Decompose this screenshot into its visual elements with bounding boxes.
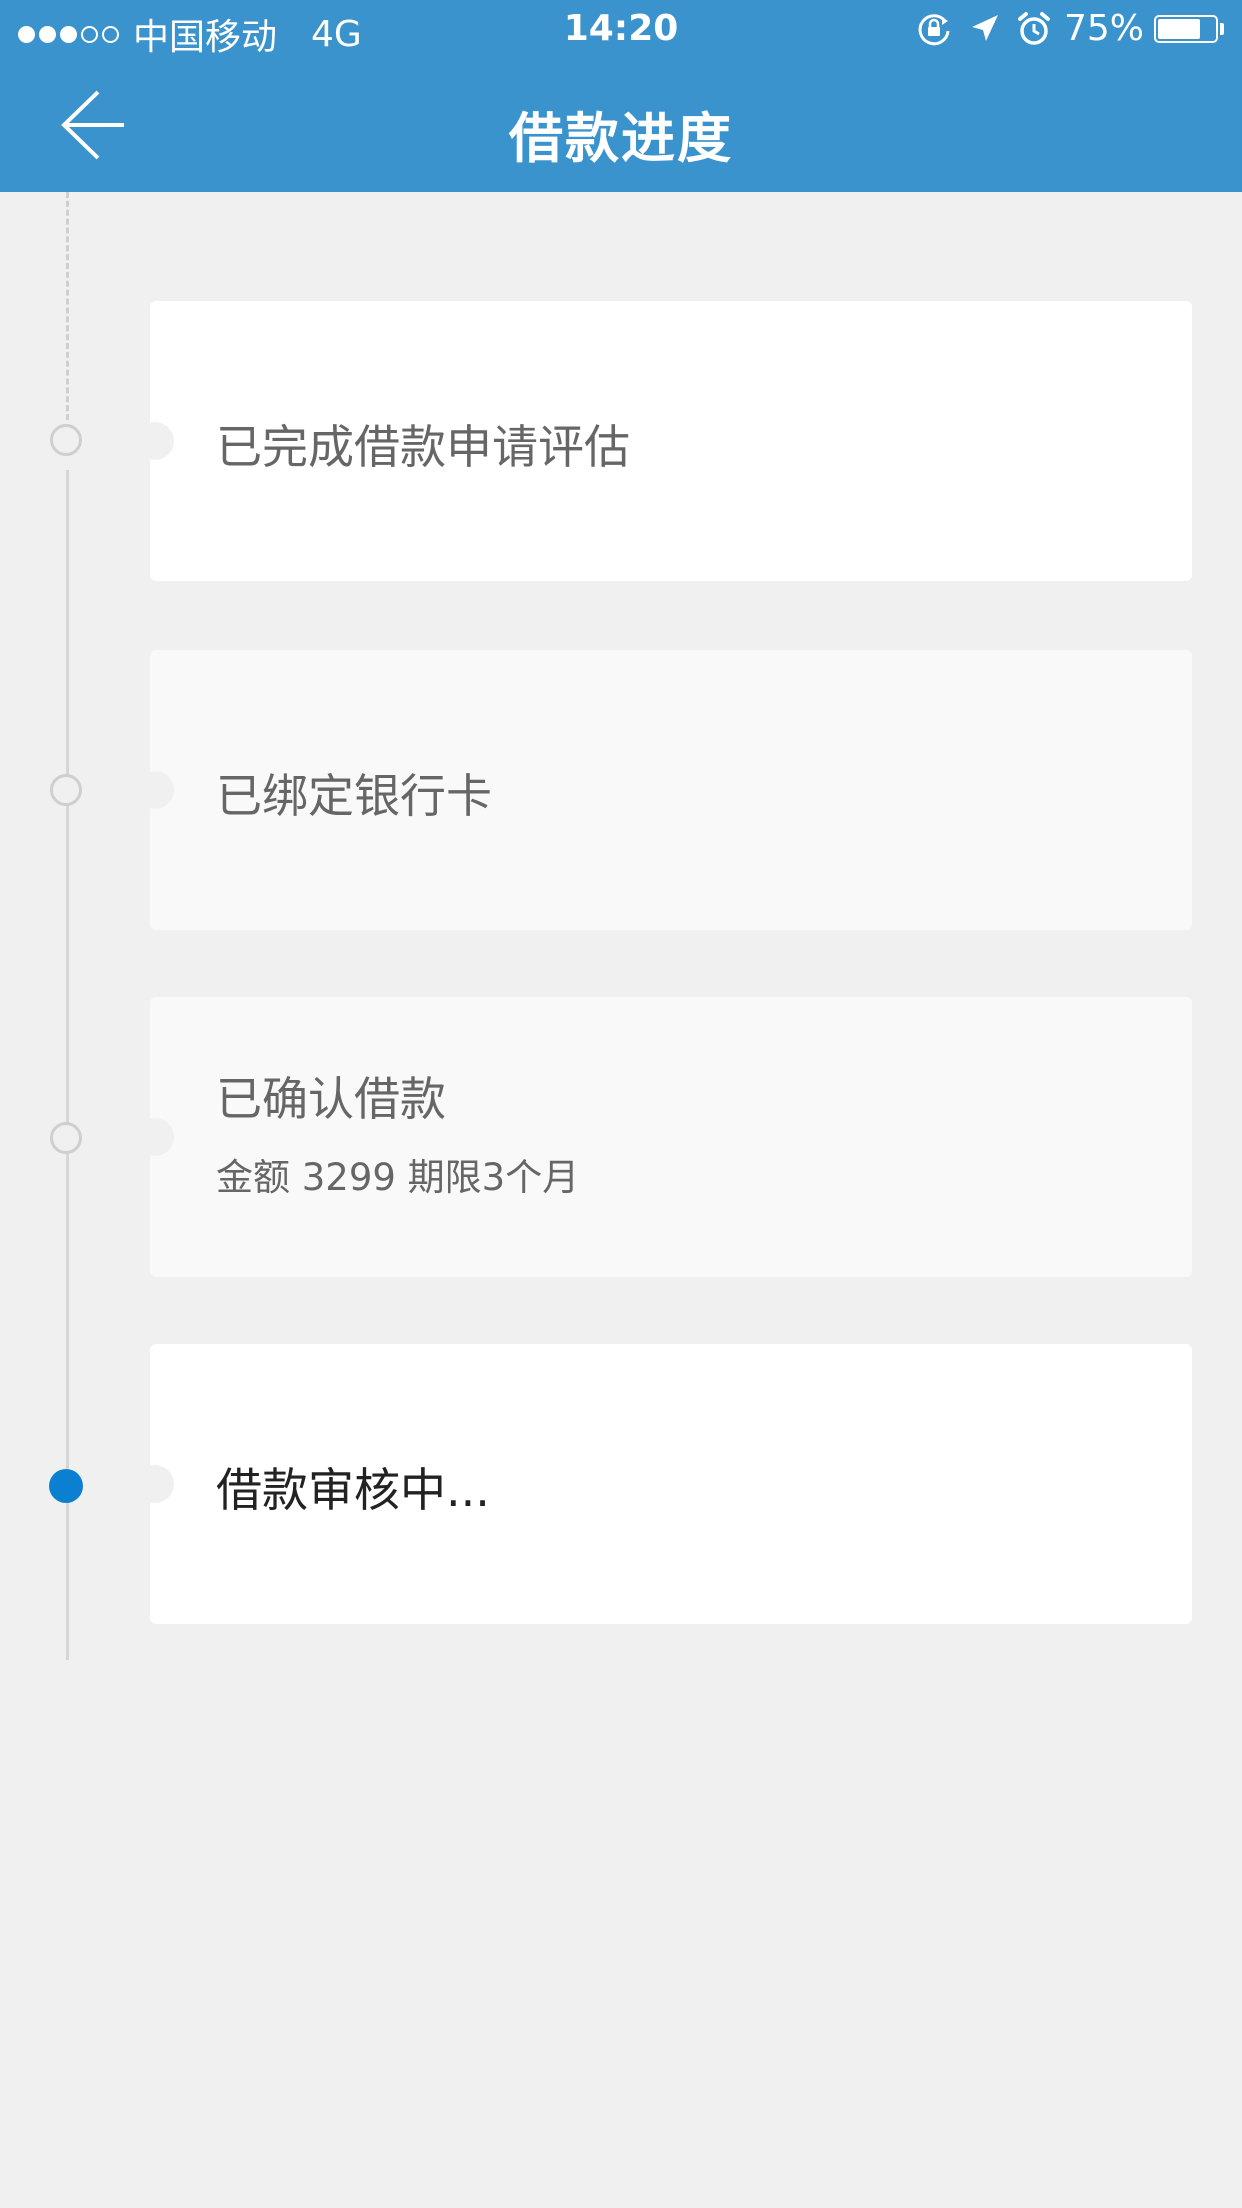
timeline-node-current [49, 1469, 83, 1503]
nav-bar: 借款进度 [0, 62, 1242, 192]
step-label: 已绑定银行卡 [216, 769, 492, 823]
step-card: 已确认借款 金额 3299 期限3个月 [136, 997, 1192, 1277]
step-card: 已绑定银行卡 [136, 650, 1192, 930]
timeline-node-done [50, 1122, 82, 1154]
battery-tip [1220, 22, 1224, 35]
timeline-connector-dashed [66, 192, 69, 420]
battery-icon [1154, 14, 1218, 43]
header-bar: 中国移动 4G 14:20 75% 借款进度 [0, 0, 1242, 192]
card-notch [136, 1465, 174, 1503]
step-detail: 金额 3299 期限3个月 [216, 1156, 580, 1199]
battery-fill [1158, 18, 1200, 39]
step-label: 已完成借款申请评估 [216, 420, 630, 474]
step-label: 借款审核中... [216, 1463, 490, 1517]
location-arrow-icon [971, 14, 998, 41]
status-right: 75% [914, 8, 1224, 49]
card-notch [136, 422, 174, 460]
page-title: 借款进度 [509, 107, 733, 170]
card-notch [136, 1118, 174, 1156]
battery-percent: 75% [1063, 8, 1144, 49]
timeline-node-done [50, 424, 82, 456]
step-card: 已完成借款申请评估 [136, 301, 1192, 581]
card-notch [136, 771, 174, 809]
status-bar: 中国移动 4G 14:20 75% [0, 0, 1242, 62]
step-card-current: 借款审核中... [136, 1344, 1192, 1624]
timeline-node-done [50, 774, 82, 806]
step-label: 已确认借款 [216, 1072, 446, 1126]
rotation-lock-icon [918, 13, 950, 45]
alarm-icon [1017, 11, 1050, 45]
